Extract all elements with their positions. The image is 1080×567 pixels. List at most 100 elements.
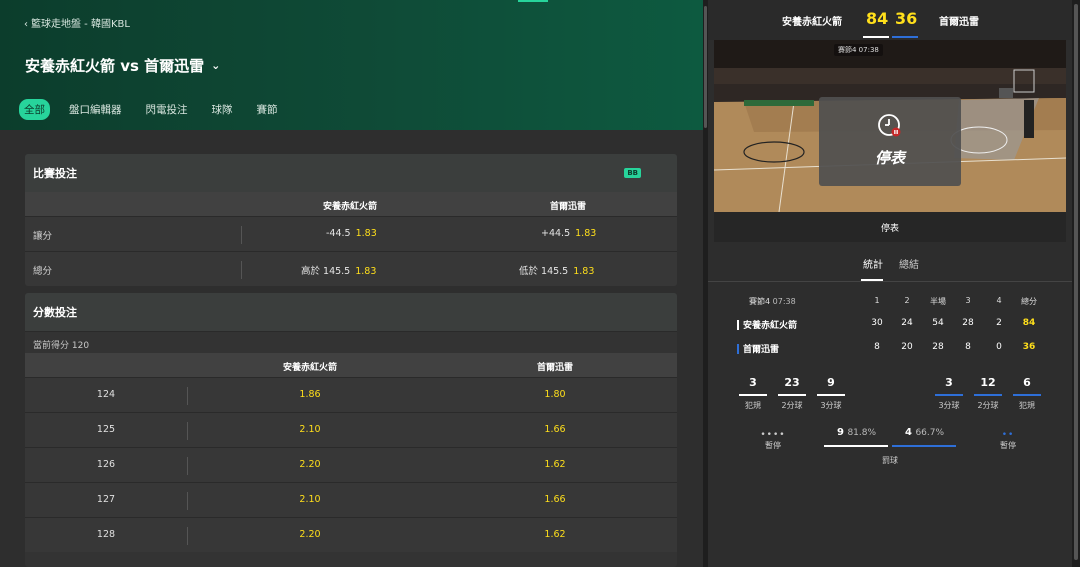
timeout-label: 暫停 bbox=[765, 441, 781, 450]
total-score: 84 bbox=[1022, 318, 1036, 328]
divider bbox=[187, 457, 188, 475]
scrollbar-thumb[interactable] bbox=[704, 6, 707, 128]
stat-label: 犯規 bbox=[1019, 401, 1035, 410]
divider bbox=[241, 226, 242, 244]
team1-header: 安養赤紅火箭 bbox=[322, 202, 378, 212]
current-score: 當前得分 120 bbox=[25, 331, 677, 353]
timeout-label: 暫停 bbox=[1000, 441, 1016, 450]
tab-teams[interactable]: 球隊 bbox=[207, 99, 238, 120]
q1-score: 30 bbox=[871, 318, 883, 328]
handicap-team1[interactable]: -44.5 1.83 bbox=[326, 228, 377, 239]
score-bet-header[interactable]: 分數投注 bbox=[25, 293, 677, 331]
odds: 1.83 bbox=[573, 266, 595, 277]
score-value: 127 bbox=[96, 494, 116, 505]
game-bet-header[interactable]: 比賽投注 BB bbox=[25, 154, 677, 192]
odds-team1[interactable]: 2.20 bbox=[299, 529, 320, 540]
total-under[interactable]: 低於 145.5 1.83 bbox=[519, 263, 594, 277]
header-q3: 3 bbox=[965, 296, 971, 305]
tab-stats[interactable]: 統計 bbox=[863, 256, 883, 271]
score-row: 127 2.10 1.66 bbox=[25, 482, 677, 517]
stat-value: 23 bbox=[784, 376, 800, 389]
team2-freethrows: 4 66.7% bbox=[905, 427, 944, 438]
stat-value: 12 bbox=[980, 376, 996, 389]
tab-summary[interactable]: 總結 bbox=[899, 256, 919, 271]
header-half: 半場 bbox=[930, 297, 946, 306]
game-bet-team-headers: 安養赤紅火箭 首爾迅雷 bbox=[25, 192, 677, 216]
odds: 1.83 bbox=[575, 228, 597, 239]
live-video[interactable]: 賽節4 07:38 停表 bbox=[714, 40, 1066, 212]
odds-team1[interactable]: 2.20 bbox=[299, 459, 320, 470]
stat-label: 2分球 bbox=[977, 401, 999, 410]
odds-team2[interactable]: 1.66 bbox=[544, 424, 565, 435]
odds-team2[interactable]: 1.80 bbox=[544, 389, 565, 400]
tab-quick-bet[interactable]: 閃電投注 bbox=[141, 99, 193, 120]
freethrow-label: 罰球 bbox=[882, 456, 898, 465]
odds-team2[interactable]: 1.66 bbox=[544, 494, 565, 505]
total-over[interactable]: 高於 145.5 1.83 bbox=[301, 263, 376, 277]
left-panel: ‹ 籃球走地盤 - 韓國KBL 安養赤紅火箭 vs 首爾迅雷 ⌄ 全部 盤口編輯器 … bbox=[0, 0, 703, 567]
stat-bar bbox=[817, 394, 845, 396]
right-scrollbar[interactable] bbox=[1072, 0, 1080, 567]
team-name: 首爾迅雷 bbox=[737, 342, 779, 355]
odds-team1[interactable]: 2.10 bbox=[299, 424, 320, 435]
team2-color-marker bbox=[737, 343, 739, 354]
q3-score: 28 bbox=[962, 318, 974, 328]
team-label: 安養赤紅火箭 bbox=[743, 321, 798, 331]
total-score: 36 bbox=[1022, 342, 1036, 352]
team2-header: 首爾迅雷 bbox=[536, 363, 574, 373]
divider bbox=[187, 387, 188, 405]
scrollbar-thumb[interactable] bbox=[1074, 4, 1078, 560]
period-clock: 07:38 bbox=[772, 297, 796, 306]
score-value: 124 bbox=[96, 389, 116, 400]
header-q2: 2 bbox=[904, 296, 910, 305]
team1-two-pointers: 23 2分球 bbox=[776, 376, 808, 411]
stat-label: 3分球 bbox=[820, 401, 842, 410]
period-name: 賽節4 bbox=[749, 297, 771, 306]
video-period-clock: 賽節4 07:38 bbox=[834, 44, 883, 56]
header-q4: 4 bbox=[996, 296, 1002, 305]
market-tabs: 全部 盤口編輯器 閃電投注 球隊 賽節 bbox=[19, 99, 283, 120]
team2-two-pointers: 12 2分球 bbox=[972, 376, 1004, 411]
right-panel: 安養赤紅火箭 84 36 首爾迅雷 賽節4 07:38 停表 停表 統計 總結 … bbox=[708, 0, 1072, 567]
stat-bar bbox=[935, 394, 963, 396]
odds-team1[interactable]: 1.86 bbox=[299, 389, 320, 400]
team1-fouls: 3 犯規 bbox=[737, 376, 769, 411]
q4-score: 2 bbox=[996, 318, 1002, 328]
row-label: 總分 bbox=[33, 266, 53, 277]
tab-market-editor[interactable]: 盤口編輯器 bbox=[64, 99, 127, 120]
odds-team1[interactable]: 2.10 bbox=[299, 494, 320, 505]
stat-label: 犯規 bbox=[745, 401, 761, 410]
team1-color-marker bbox=[737, 319, 739, 330]
line: -44.5 bbox=[326, 228, 351, 239]
period-label: 賽節4 07:38 bbox=[749, 296, 796, 307]
game-bet-card: 比賽投注 BB 安養赤紅火箭 首爾迅雷 讓分 -44.5 1.83 +44.5 1.8… bbox=[25, 154, 677, 286]
total-row: 總分 高於 145.5 1.83 低於 145.5 1.83 bbox=[25, 251, 677, 286]
team-label: 首爾迅雷 bbox=[743, 345, 780, 355]
stat-value: 3 bbox=[749, 376, 757, 389]
odds-team2[interactable]: 1.62 bbox=[544, 459, 565, 470]
stoppage-text: 停表 bbox=[874, 149, 905, 167]
score-bet-title: 分數投注 bbox=[33, 306, 77, 319]
table-header: 賽節4 07:38 1 2 半場 3 4 總分 bbox=[708, 296, 1072, 310]
stoppage-overlay: 停表 bbox=[819, 97, 961, 186]
match-title[interactable]: 安養赤紅火箭 vs 首爾迅雷 ⌄ bbox=[25, 55, 220, 76]
line: 高於 145.5 bbox=[301, 266, 351, 277]
header-q1: 1 bbox=[874, 296, 880, 305]
odds: 1.83 bbox=[355, 266, 377, 277]
breadcrumb-text[interactable]: 籃球走地盤 - 韓國KBL bbox=[31, 19, 130, 30]
handicap-team2[interactable]: +44.5 1.83 bbox=[541, 228, 596, 239]
team2-fouls: 6 犯規 bbox=[1011, 376, 1043, 411]
divider bbox=[187, 422, 188, 440]
team2-timeouts: •• 暫停 bbox=[993, 430, 1023, 451]
tab-all[interactable]: 全部 bbox=[19, 99, 50, 120]
timeout-dots: •• bbox=[1001, 430, 1015, 440]
ft-made: 4 bbox=[905, 427, 912, 438]
odds-team2[interactable]: 1.62 bbox=[544, 529, 565, 540]
game-bet-title: 比賽投注 bbox=[33, 167, 77, 180]
score-value: 125 bbox=[96, 424, 116, 435]
scoreboard-score2: 36 bbox=[895, 9, 918, 28]
breadcrumb[interactable]: ‹ 籃球走地盤 - 韓國KBL bbox=[24, 15, 130, 30]
team1-three-pointers: 9 3分球 bbox=[815, 376, 847, 411]
chevron-down-icon[interactable]: ⌄ bbox=[211, 59, 220, 72]
tab-periods[interactable]: 賽節 bbox=[252, 99, 283, 120]
